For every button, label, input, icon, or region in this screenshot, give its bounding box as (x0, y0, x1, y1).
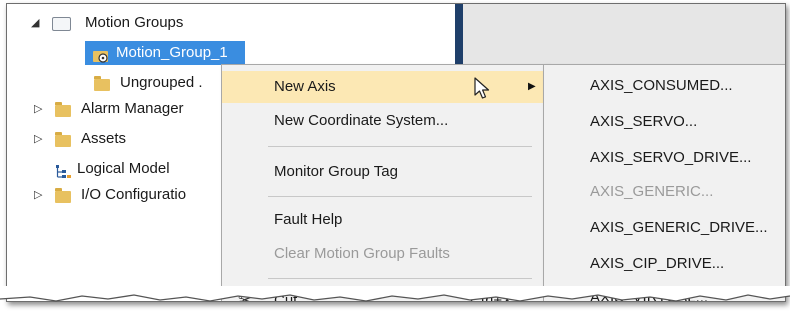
mouse-cursor-icon (474, 77, 492, 101)
menu-separator (268, 146, 532, 147)
collapsed-arrow-icon[interactable]: ▷ (34, 127, 42, 151)
motion-group-gear-icon (93, 47, 109, 63)
menu-item-label: New Axis (274, 78, 336, 95)
torn-edge-decoration (0, 286, 790, 302)
collapsed-arrow-icon[interactable]: ▷ (34, 97, 42, 121)
tree-item-label: Alarm Manager (81, 100, 184, 117)
menu-item-fault-help[interactable]: Fault Help (222, 204, 548, 236)
submenu-item-label: AXIS_GENERIC_DRIVE... (590, 219, 768, 236)
context-menu: New Axis ▶ New Coordinate System... Moni… (221, 64, 549, 301)
collapsed-arrow-icon[interactable]: ▷ (34, 183, 42, 207)
folder-icon (52, 17, 71, 31)
submenu-item-axis-generic-drive[interactable]: AXIS_GENERIC_DRIVE... (544, 211, 785, 245)
new-axis-submenu: AXIS_CONSUMED... AXIS_SERVO... AXIS_SERV… (543, 64, 785, 301)
tree-item-label: Ungrouped . (120, 74, 203, 91)
submenu-item-axis-generic: AXIS_GENERIC... (544, 175, 785, 209)
menu-item-label: Fault Help (274, 211, 343, 228)
tree-item-label: I/O Configuratio (81, 186, 187, 203)
tree-item-label: Assets (81, 130, 127, 147)
submenu-item-axis-consumed[interactable]: AXIS_CONSUMED... (544, 69, 785, 103)
menu-item-new-coordinate-system[interactable]: New Coordinate System... (222, 105, 548, 137)
tree-item-label: Logical Model (77, 160, 170, 177)
submenu-item-axis-servo-drive[interactable]: AXIS_SERVO_DRIVE... (544, 141, 785, 175)
submenu-item-label: AXIS_CONSUMED... (590, 77, 733, 94)
folder-icon (55, 132, 71, 147)
menu-item-label: New Coordinate System... (274, 112, 449, 129)
tree-item-label: Motion_Group_1 (116, 44, 228, 61)
submenu-item-label: AXIS_SERVO... (590, 113, 698, 130)
tree-item-ungrouped[interactable]: Ungrouped . (7, 71, 221, 95)
submenu-item-label: AXIS_CIP_DRIVE... (590, 255, 725, 272)
tree-item-io-configuration[interactable]: ▷ I/O Configuratio (7, 183, 221, 207)
folder-icon (55, 188, 71, 203)
tree-item-alarm-manager[interactable]: ▷ Alarm Manager (7, 97, 221, 121)
submenu-item-axis-servo[interactable]: AXIS_SERVO... (544, 105, 785, 139)
tree-item-motion-group-1[interactable]: Motion_Group_1 (85, 41, 245, 65)
menu-item-new-axis[interactable]: New Axis ▶ (222, 71, 548, 103)
tree-item-logical-model[interactable]: Logical Model (7, 157, 221, 181)
expanded-arrow-icon[interactable]: ◢ (31, 11, 39, 35)
menu-separator (268, 278, 532, 279)
folder-icon (94, 76, 110, 91)
folder-icon (55, 102, 71, 117)
menu-item-clear-motion-group-faults: Clear Motion Group Faults (222, 238, 548, 270)
menu-item-monitor-group-tag[interactable]: Monitor Group Tag (222, 156, 548, 188)
application-window: ◢ Motion Groups Motion_Group_1 Ungrouped… (6, 3, 786, 302)
tree-item-assets[interactable]: ▷ Assets (7, 127, 221, 151)
submenu-arrow-icon: ▶ (528, 81, 536, 92)
logical-model-icon (56, 163, 72, 178)
submenu-item-label: AXIS_GENERIC... (590, 183, 714, 200)
tree-item-motion-groups[interactable]: ◢ Motion Groups (7, 11, 455, 35)
submenu-item-label: AXIS_SERVO_DRIVE... (590, 149, 752, 166)
tree-item-label: Motion Groups (85, 14, 184, 31)
menu-separator (268, 196, 532, 197)
menu-item-label: Clear Motion Group Faults (274, 245, 450, 262)
menu-item-label: Monitor Group Tag (274, 163, 398, 180)
submenu-item-axis-cip-drive[interactable]: AXIS_CIP_DRIVE... (544, 247, 785, 281)
